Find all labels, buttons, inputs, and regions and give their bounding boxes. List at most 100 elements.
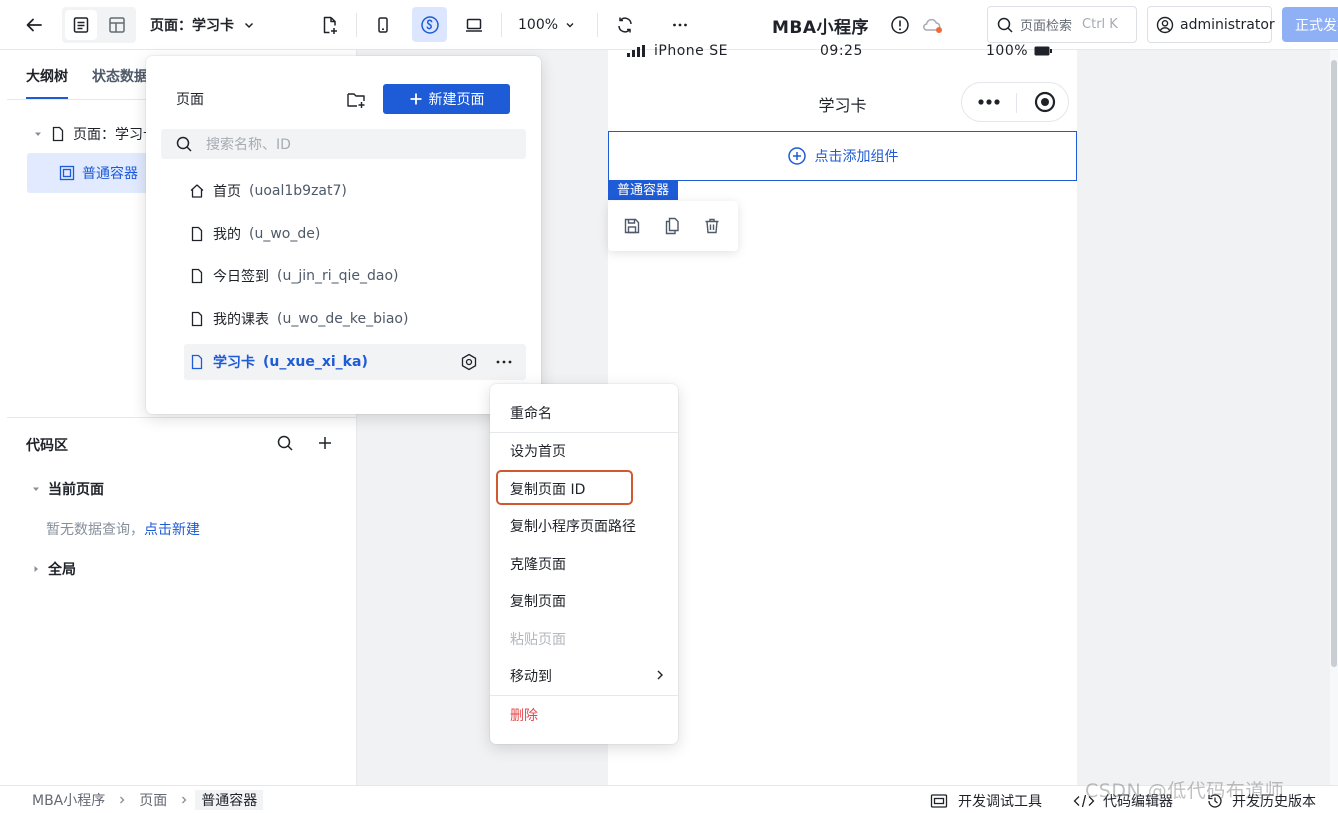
current-page-group[interactable]: 当前页面 [31,479,104,499]
mobile-device-icon[interactable] [368,11,398,39]
user-menu[interactable]: administrator [1147,6,1275,43]
page-item-id: (u_wo_de) [249,226,321,242]
status-bar-left: iPhone SE [626,43,728,59]
more-options-icon[interactable] [665,11,695,39]
file-icon [189,226,205,242]
page-context-menu: 重命名 设为首页 复制页面 ID 复制小程序页面路径 克隆页面 复制页面 粘贴页… [490,384,678,744]
new-page-button[interactable]: 新建页面 [383,84,510,114]
chevron-right-icon [179,795,189,805]
page-item-id: (u_wo_de_ke_biao) [277,311,409,327]
chevron-right-icon [117,795,127,805]
breadcrumb-page[interactable]: 页面 [133,790,173,810]
caret-right-icon [31,564,41,574]
add-icon[interactable] [314,432,336,454]
page-item-study-card[interactable]: 学习卡 (u_xue_xi_ka) [184,344,526,380]
username: administrator [1180,16,1275,33]
menu-divider [490,695,678,696]
page-item-name: 我的 [213,227,241,243]
page-search-placeholder: 搜索名称、ID [206,137,291,153]
page-item-name: 今日签到 [213,269,269,285]
outline-view-icon[interactable] [65,10,97,40]
desktop-device-icon[interactable] [459,11,489,39]
capsule-close-icon[interactable] [1034,91,1056,113]
delete-icon[interactable] [702,216,722,236]
capsule-menu[interactable] [961,82,1069,122]
menu-copy-page-id[interactable]: 复制页面 ID [510,479,585,499]
search-icon[interactable] [274,432,296,454]
page-item-schedule[interactable]: 我的课表 (u_wo_de_ke_biao) [184,301,524,337]
menu-set-homepage[interactable]: 设为首页 [510,441,566,461]
zoom-selector[interactable]: 100% [518,13,576,37]
devtools-icon [930,793,948,809]
add-page-file-icon[interactable] [314,11,344,39]
publish-button[interactable]: 正式发布 [1282,7,1338,42]
menu-copy-page[interactable]: 复制页面 [510,591,566,611]
watermark: CSDN @低代码布道师 [1085,780,1285,802]
page-item-wo-de[interactable]: 我的 (u_wo_de) [184,216,524,252]
create-new-link[interactable]: 点击新建 [144,522,200,538]
dropdown-title: 页面 [176,92,204,108]
home-icon [189,183,205,199]
file-icon [50,126,66,142]
app-title: MBA小程序 [772,18,870,38]
miniprogram-device-icon[interactable] [412,7,447,42]
more-actions-icon[interactable] [494,353,514,371]
breadcrumb-app[interactable]: MBA小程序 [26,790,111,810]
container-tag: 普通容器 [608,181,679,200]
tree-node-page-label: 页面：学习卡 [73,127,157,143]
page-search-field[interactable]: 搜索名称、ID [161,129,526,159]
zoom-value: 100% [518,17,559,33]
breadcrumb-container[interactable]: 普通容器 [195,790,264,810]
battery-icon [1034,46,1053,56]
add-folder-icon[interactable] [345,89,367,111]
chevron-right-icon [655,669,665,681]
tab-outline-tree[interactable]: 大纲树 [26,66,68,99]
chevron-down-icon [564,19,576,31]
global-group[interactable]: 全局 [31,559,76,579]
empty-query-text: 暂无数据查询，点击新建 [46,519,200,539]
scrollbar-thumb[interactable] [1331,60,1337,667]
devtools-label: 开发调试工具 [958,794,1042,810]
new-page-label: 新建页面 [428,92,485,108]
tab-state-data[interactable]: 状态数据 [92,66,148,86]
page-item-home[interactable]: 首页 (uoal1b9zat7) [184,173,524,209]
save-icon[interactable] [622,216,642,236]
copy-icon[interactable] [662,216,682,236]
settings-hexagon-icon[interactable] [460,353,478,371]
page-item-name: 我的课表 [213,312,269,328]
file-icon [189,268,205,284]
carrier-label: iPhone SE [654,43,728,59]
page-item-name: 学习卡 [213,355,255,371]
page-item-id: (uoal1b9zat7) [249,183,347,199]
menu-clone-page[interactable]: 克隆页面 [510,554,566,574]
code-section: 代码区 当前页面 暂无数据查询，点击新建 全局 [7,417,357,785]
search-icon [175,135,193,153]
tree-node-container-content: 普通容器 [59,163,138,183]
cloud-sync-icon[interactable] [920,13,944,37]
plus-circle-icon [787,146,807,166]
capsule-more-icon[interactable] [977,96,1001,108]
battery-label: 100% [986,43,1029,59]
refresh-icon[interactable] [610,11,640,39]
search-icon [996,16,1014,34]
page-search-input[interactable]: 页面检索 Ctrl K [987,6,1137,43]
info-warning-icon[interactable] [888,13,912,37]
toolbar-divider [501,13,502,37]
layout-view-icon[interactable] [101,10,133,40]
page-item-checkin[interactable]: 今日签到 (u_jin_ri_qie_dao) [184,258,524,294]
back-arrow-icon[interactable] [20,12,48,38]
menu-move-to-label: 移动到 [510,669,552,685]
page-item-id: (u_jin_ri_qie_dao) [277,268,399,284]
toolbar-divider [356,13,357,37]
menu-move-to[interactable]: 移动到 [510,666,665,686]
page-selector[interactable]: 页面：学习卡 [150,12,256,38]
menu-delete[interactable]: 删除 [510,705,538,725]
tree-node-page[interactable]: 页面：学习卡 [33,124,157,144]
menu-rename[interactable]: 重命名 [510,403,552,423]
container-icon [59,165,75,181]
page-item-id: (u_xue_xi_ka) [263,354,368,370]
add-component-area[interactable]: 点击添加组件 [608,131,1077,181]
menu-copy-page-path[interactable]: 复制小程序页面路径 [510,516,636,536]
global-label: 全局 [48,562,76,578]
devtools-button[interactable]: 开发调试工具 [930,791,1042,811]
